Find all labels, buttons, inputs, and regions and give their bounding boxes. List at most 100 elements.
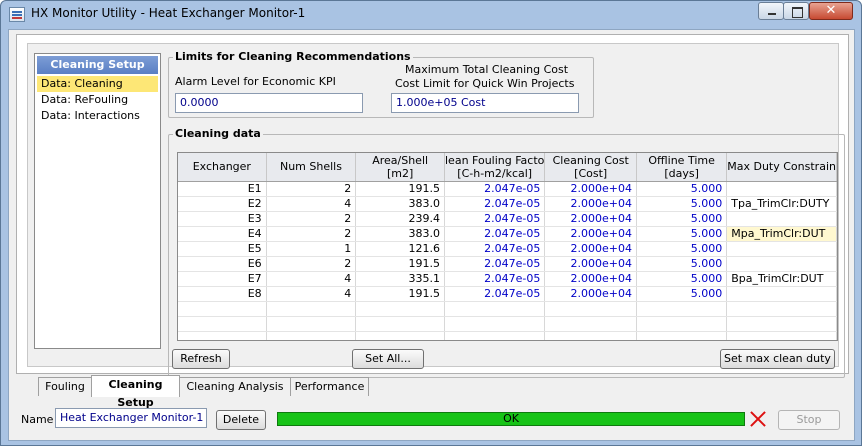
cell-area[interactable]: 383.0: [355, 226, 445, 242]
cell-area[interactable]: 191.5: [355, 181, 445, 197]
cell-constraint[interactable]: Tpa_TrimClr:DUTY: [726, 196, 837, 212]
cell-cost[interactable]: 2.000e+04: [544, 286, 637, 302]
nav-item-data-cleaning[interactable]: Data: Cleaning: [37, 76, 158, 92]
cell-area[interactable]: 383.0: [355, 196, 445, 212]
cell-area[interactable]: 239.4: [355, 211, 445, 227]
refresh-button[interactable]: Refresh: [172, 349, 230, 369]
cell-area[interactable]: 121.6: [355, 241, 445, 257]
cell-constraint[interactable]: Mpa_TrimClr:DUT: [726, 226, 837, 242]
tab-fouling[interactable]: Fouling: [38, 377, 92, 396]
cell-exchanger[interactable]: E2: [178, 196, 267, 212]
col-header-exchanger[interactable]: Exchanger: [178, 153, 267, 182]
table-row[interactable]: E6 2 191.5 2.047e-05 2.000e+04 5.000: [178, 256, 837, 272]
col-header-offline-time[interactable]: Offline Time [days]: [636, 153, 728, 182]
cell-shells[interactable]: 2: [266, 226, 357, 242]
set-all-button[interactable]: Set All...: [352, 349, 424, 369]
table-row[interactable]: E8 4 191.5 2.047e-05 2.000e+04 5.000: [178, 286, 837, 302]
table-row[interactable]: E4 2 383.0 2.047e-05 2.000e+04 5.000 Mpa…: [178, 226, 837, 242]
cell-cost[interactable]: 2.000e+04: [544, 271, 637, 287]
cell-offline[interactable]: 5.000: [636, 226, 728, 242]
table-row[interactable]: E3 2 239.4 2.047e-05 2.000e+04 5.000: [178, 211, 837, 227]
empty-row[interactable]: [178, 331, 837, 340]
cell-exchanger[interactable]: E8: [178, 286, 267, 302]
table-row[interactable]: E5 1 121.6 2.047e-05 2.000e+04 5.000: [178, 241, 837, 257]
set-max-clean-duty-button[interactable]: Set max clean duty: [720, 349, 835, 369]
cell-exchanger[interactable]: E1: [178, 181, 267, 197]
table-row[interactable]: E7 4 335.1 2.047e-05 2.000e+04 5.000 Bpa…: [178, 271, 837, 287]
col-header-cleaning-cost[interactable]: Cleaning Cost [Cost]: [544, 153, 637, 182]
name-input[interactable]: Heat Exchanger Monitor-1: [55, 408, 207, 428]
cleaning-data-grid[interactable]: Exchanger Num Shells Area/Shell [m2] lean…: [177, 152, 838, 341]
cell-cost[interactable]: 2.000e+04: [544, 181, 637, 197]
cell-shells[interactable]: 1: [266, 241, 357, 257]
nav-item-data-interactions[interactable]: Data: Interactions: [37, 108, 158, 124]
cell-cost[interactable]: 2.000e+04: [544, 211, 637, 227]
tab-cleaning-analysis[interactable]: Cleaning Analysis: [179, 377, 291, 396]
cell-fouling[interactable]: 2.047e-05: [444, 196, 546, 212]
cost-limit-input[interactable]: 1.000e+05 Cost: [391, 93, 579, 113]
cell-fouling[interactable]: 2.047e-05: [444, 286, 546, 302]
nav-item-data-refouling[interactable]: Data: ReFouling: [37, 92, 158, 108]
empty-row[interactable]: [178, 301, 837, 317]
col-header-max-duty[interactable]: Max Duty Constrain: [726, 153, 837, 182]
tab-panel: Cleaning Setup Data: Cleaning Data: ReFo…: [16, 34, 849, 378]
empty-row[interactable]: [178, 316, 837, 332]
cell-area[interactable]: 191.5: [355, 256, 445, 272]
cell-constraint[interactable]: [726, 286, 837, 302]
cell-offline[interactable]: 5.000: [636, 286, 728, 302]
cell-fouling[interactable]: 2.047e-05: [444, 256, 546, 272]
cell-offline[interactable]: 5.000: [636, 241, 728, 257]
col-header-fouling-factor[interactable]: lean Fouling Facto [C-h-m2/kcal]: [444, 153, 546, 182]
cell-exchanger[interactable]: E3: [178, 211, 267, 227]
restore-button[interactable]: [783, 2, 809, 20]
stop-button[interactable]: Stop: [778, 410, 840, 430]
minimize-button[interactable]: [758, 2, 784, 20]
delete-button[interactable]: Delete: [216, 410, 266, 430]
cell-cost[interactable]: 2.000e+04: [544, 226, 637, 242]
cell-cost[interactable]: 2.000e+04: [544, 241, 637, 257]
cell-cost[interactable]: 2.000e+04: [544, 196, 637, 212]
table-row[interactable]: E1 2 191.5 2.047e-05 2.000e+04 5.000: [178, 181, 837, 197]
tab-performance[interactable]: Performance: [290, 377, 369, 396]
table-row[interactable]: E2 4 383.0 2.047e-05 2.000e+04 5.000 Tpa…: [178, 196, 837, 212]
cell-shells[interactable]: 4: [266, 271, 357, 287]
cell-fouling[interactable]: 2.047e-05: [444, 211, 546, 227]
cell-cost[interactable]: 2.000e+04: [544, 256, 637, 272]
cell-shells[interactable]: 4: [266, 196, 357, 212]
cell-constraint[interactable]: Bpa_TrimClr:DUT: [726, 271, 837, 287]
cell-exchanger[interactable]: E5: [178, 241, 267, 257]
cell-exchanger[interactable]: E4: [178, 226, 267, 242]
app-icon[interactable]: [9, 7, 25, 22]
cell-fouling[interactable]: 2.047e-05: [444, 226, 546, 242]
alarm-level-input[interactable]: 0.0000: [175, 93, 363, 113]
cell-area[interactable]: 191.5: [355, 286, 445, 302]
cell-offline[interactable]: 5.000: [636, 196, 728, 212]
cell-fouling[interactable]: 2.047e-05: [444, 181, 546, 197]
stop-x-icon[interactable]: [749, 410, 767, 428]
cell-constraint[interactable]: [726, 241, 837, 257]
cell-constraint[interactable]: [726, 211, 837, 227]
cell-fouling[interactable]: 2.047e-05: [444, 241, 546, 257]
cell-exchanger[interactable]: E7: [178, 271, 267, 287]
cell-offline[interactable]: 5.000: [636, 271, 728, 287]
cell-fouling[interactable]: 2.047e-05: [444, 271, 546, 287]
cell-constraint[interactable]: [726, 256, 837, 272]
cell-constraint[interactable]: [726, 181, 837, 197]
cell-exchanger[interactable]: E6: [178, 256, 267, 272]
cell-shells[interactable]: 2: [266, 211, 357, 227]
cell-offline[interactable]: 5.000: [636, 181, 728, 197]
cell-shells[interactable]: 2: [266, 181, 357, 197]
nav-list: Cleaning Setup Data: Cleaning Data: ReFo…: [34, 53, 161, 349]
col-header-num-shells[interactable]: Num Shells: [266, 153, 357, 182]
cell-area[interactable]: 335.1: [355, 271, 445, 287]
cell-shells[interactable]: 2: [266, 256, 357, 272]
col-header-area-shell[interactable]: Area/Shell [m2]: [355, 153, 445, 182]
title-bar[interactable]: HX Monitor Utility - Heat Exchanger Moni…: [1, 1, 861, 28]
tab-cleaning-setup[interactable]: Cleaning Setup: [91, 375, 180, 409]
max-cleaning-cost-label: Maximum Total Cleaning Cost: [405, 63, 569, 76]
cell-shells[interactable]: 4: [266, 286, 357, 302]
setup-panel: Cleaning Setup Data: Cleaning Data: ReFo…: [27, 43, 845, 378]
cell-offline[interactable]: 5.000: [636, 256, 728, 272]
close-button[interactable]: ✕: [809, 2, 853, 20]
cell-offline[interactable]: 5.000: [636, 211, 728, 227]
